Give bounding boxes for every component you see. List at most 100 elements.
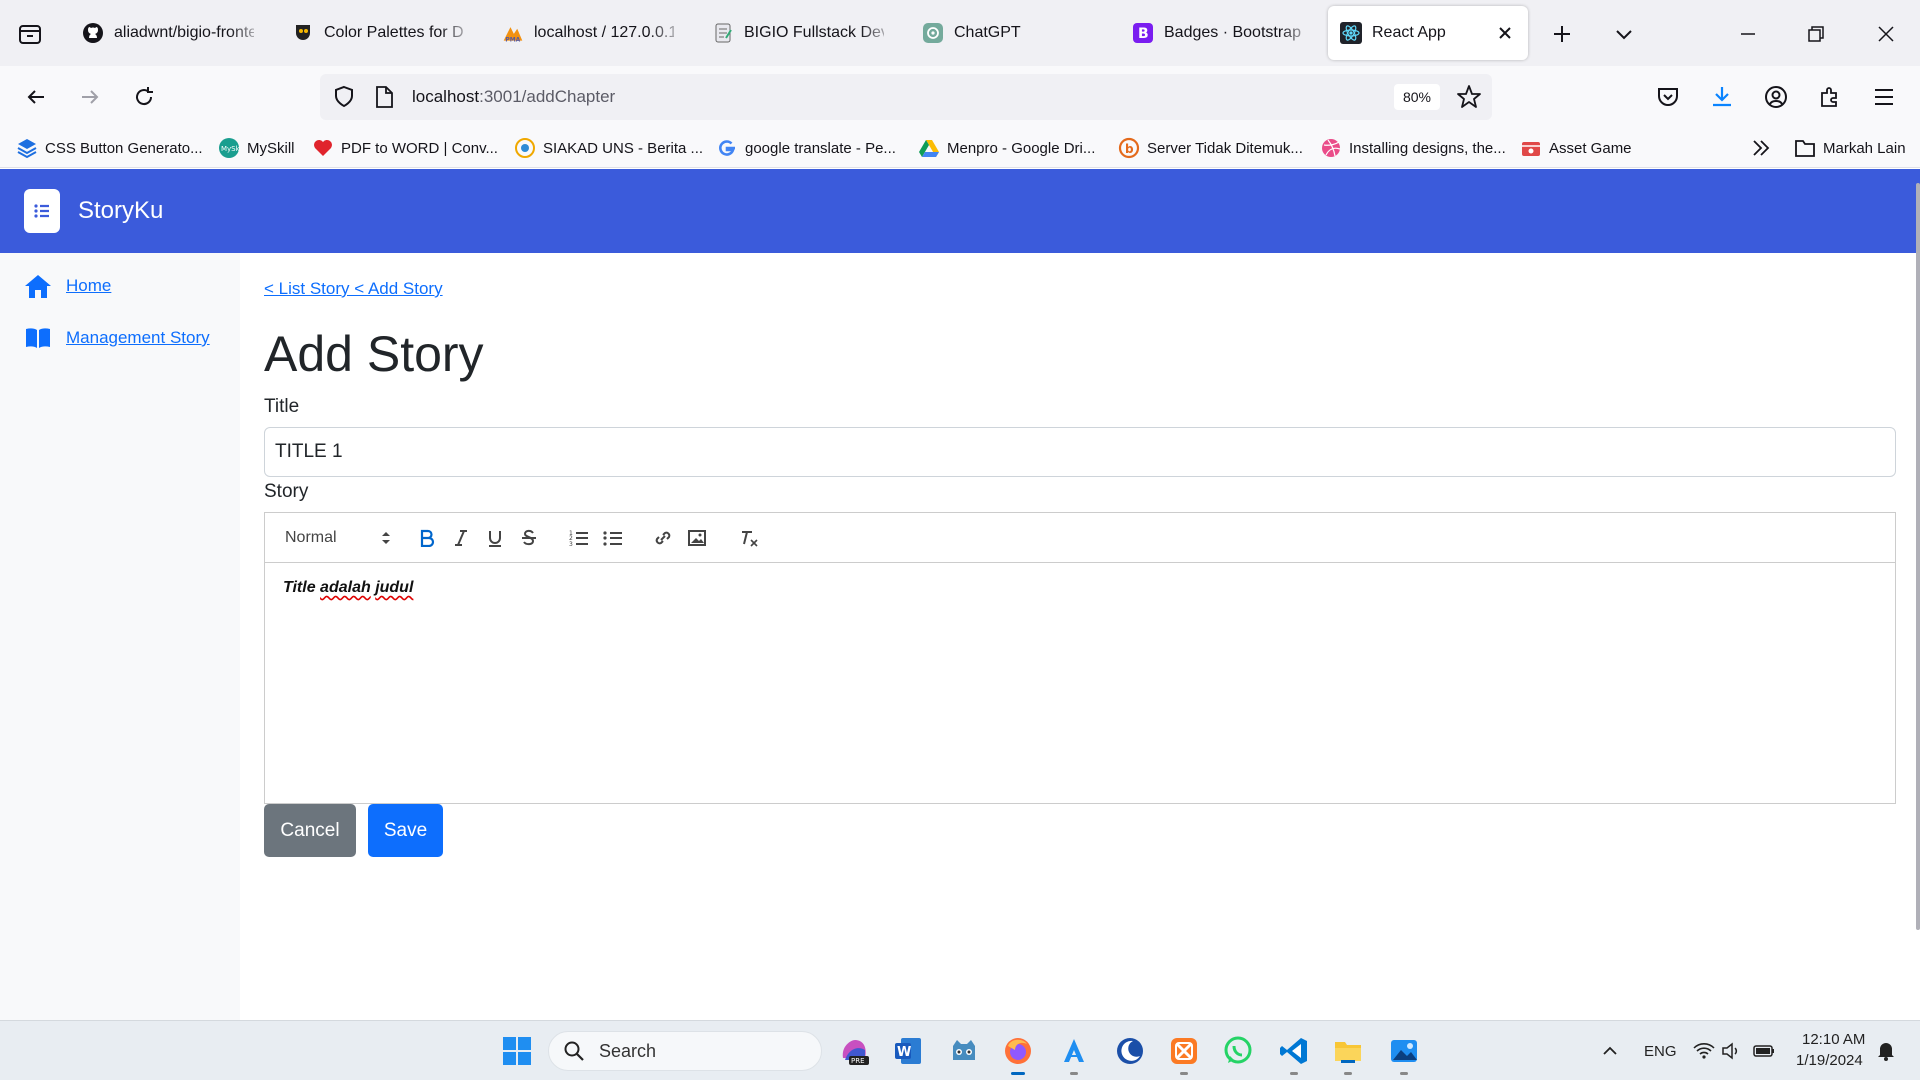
chatgpt-icon bbox=[922, 22, 944, 44]
bullet-list-icon bbox=[603, 531, 622, 546]
sidebar-item-management-story[interactable]: Management Story bbox=[24, 326, 210, 350]
phpmyadmin-icon: PMA bbox=[502, 22, 524, 44]
bookmark-item[interactable]: Menpro - Google Dri... bbox=[918, 135, 1095, 161]
heading-select-value: Normal bbox=[285, 529, 337, 546]
bookmarks-overflow-button[interactable] bbox=[1750, 135, 1772, 161]
sidebar-item-label[interactable]: Home bbox=[66, 276, 111, 296]
tab-bootstrap-badges[interactable]: B Badges · Bootstrap v5 bbox=[1120, 6, 1316, 60]
heading-select[interactable]: Normal bbox=[285, 525, 391, 551]
language-indicator[interactable]: ENG bbox=[1644, 1043, 1677, 1060]
notifications-button[interactable] bbox=[1870, 1035, 1902, 1067]
save-button[interactable]: Save bbox=[368, 804, 443, 857]
restore-icon bbox=[1808, 26, 1824, 42]
battery-status[interactable] bbox=[1748, 1035, 1780, 1067]
ordered-list-button[interactable]: 123 bbox=[567, 525, 591, 551]
sidebar-item-label[interactable]: Management Story bbox=[66, 328, 210, 348]
bullet-list-button[interactable] bbox=[601, 525, 625, 551]
zoom-level-badge[interactable]: 80% bbox=[1393, 84, 1440, 110]
bookmark-item[interactable]: google translate - Pe... bbox=[716, 135, 896, 161]
windows-taskbar: Search PRE W ENG 12:10 AM 1/19/2024 bbox=[0, 1020, 1920, 1080]
volume-status[interactable] bbox=[1716, 1035, 1748, 1067]
shield-icon[interactable] bbox=[332, 85, 356, 114]
ordered-list-icon: 123 bbox=[569, 530, 588, 547]
restore-button[interactable] bbox=[1796, 14, 1836, 54]
bookmark-item[interactable]: SIAKAD UNS - Berita ... bbox=[514, 135, 703, 161]
address-bar[interactable]: localhost:3001/addChapter 80% bbox=[320, 74, 1492, 120]
reload-button[interactable] bbox=[124, 77, 164, 117]
start-button[interactable] bbox=[501, 1035, 533, 1067]
whatsapp-app[interactable] bbox=[1222, 1035, 1254, 1067]
taskbar-search[interactable]: Search bbox=[548, 1031, 822, 1071]
pocket-button[interactable] bbox=[1648, 77, 1688, 117]
close-window-button[interactable] bbox=[1866, 14, 1906, 54]
image-button[interactable] bbox=[685, 525, 709, 551]
clock-date[interactable]: 1/19/2024 bbox=[1796, 1052, 1863, 1069]
wifi-icon bbox=[1693, 1043, 1715, 1059]
bookmark-item[interactable]: Asset Game bbox=[1520, 135, 1632, 161]
clear-format-button[interactable] bbox=[737, 525, 761, 551]
back-button[interactable] bbox=[16, 77, 56, 117]
tab-overview-button[interactable] bbox=[10, 14, 50, 54]
github-icon bbox=[82, 22, 104, 44]
sidebar-item-home[interactable]: Home bbox=[24, 273, 111, 299]
aseprite-app[interactable] bbox=[1058, 1035, 1090, 1075]
tab-react-app[interactable]: React App bbox=[1328, 6, 1528, 60]
list-all-tabs-button[interactable] bbox=[1604, 14, 1644, 54]
tab-bigio-doc[interactable]: BIGIO Fullstack Dev - bbox=[700, 6, 896, 60]
svg-text:W: W bbox=[897, 1045, 911, 1060]
pocket-icon bbox=[1658, 88, 1678, 106]
bold-button[interactable] bbox=[415, 525, 439, 551]
night-app[interactable] bbox=[1114, 1035, 1146, 1067]
photos-icon bbox=[1391, 1040, 1417, 1062]
account-icon bbox=[1765, 86, 1787, 108]
bookmark-label: PDF to WORD | Conv... bbox=[341, 139, 498, 157]
copilot-app[interactable]: PRE bbox=[838, 1035, 870, 1067]
bookmark-item[interactable]: Installing designs, the... bbox=[1320, 135, 1506, 161]
tab-color-palettes[interactable]: Color Palettes for Des bbox=[280, 6, 476, 60]
close-tab-icon[interactable] bbox=[1494, 22, 1516, 44]
word-app[interactable]: W bbox=[892, 1035, 924, 1067]
tab-chatgpt[interactable]: ChatGPT bbox=[910, 6, 1106, 60]
show-hidden-icons-button[interactable] bbox=[1594, 1035, 1626, 1067]
chevron-up-icon bbox=[1603, 1046, 1617, 1055]
tab-title: ChatGPT bbox=[954, 24, 1021, 41]
godot-app[interactable] bbox=[948, 1035, 980, 1067]
bookmark-item[interactable]: PDF to WORD | Conv... bbox=[312, 135, 498, 161]
bold-icon bbox=[420, 529, 435, 547]
bookmark-star-icon[interactable] bbox=[1456, 84, 1482, 115]
italic-button[interactable] bbox=[449, 525, 473, 551]
vscode-app[interactable] bbox=[1278, 1035, 1310, 1075]
photos-app[interactable] bbox=[1388, 1035, 1420, 1075]
clock-time[interactable]: 12:10 AM bbox=[1802, 1031, 1865, 1048]
forward-button[interactable] bbox=[70, 77, 110, 117]
sidebar: Home Management Story bbox=[0, 253, 240, 1020]
tab-phpmyadmin[interactable]: PMA localhost / 127.0.0.1 / bbox=[490, 6, 686, 60]
menu-button[interactable] bbox=[1864, 77, 1904, 117]
xampp-app[interactable] bbox=[1168, 1035, 1200, 1075]
other-bookmarks-folder[interactable]: Markah Lain bbox=[1794, 135, 1906, 161]
tab-github[interactable]: aliadwnt/bigio-fronte bbox=[70, 6, 266, 60]
translator-icon bbox=[1064, 1039, 1084, 1062]
close-icon bbox=[1878, 26, 1894, 42]
bookmark-item[interactable]: b Server Tidak Ditemuk... bbox=[1118, 135, 1303, 161]
account-button[interactable] bbox=[1756, 77, 1796, 117]
firefox-app[interactable] bbox=[1002, 1035, 1034, 1075]
extensions-button[interactable] bbox=[1810, 77, 1850, 117]
bookmark-item[interactable]: CSS Button Generato... bbox=[16, 135, 203, 161]
downloads-button[interactable] bbox=[1702, 77, 1742, 117]
page-info-icon[interactable] bbox=[374, 86, 394, 113]
link-button[interactable] bbox=[651, 525, 675, 551]
minimize-button[interactable] bbox=[1728, 14, 1768, 54]
page-scrollbar[interactable] bbox=[1916, 183, 1920, 930]
title-input[interactable] bbox=[264, 427, 1896, 477]
editor-content[interactable]: Title adalah judul bbox=[265, 563, 1895, 613]
breadcrumb[interactable]: < List Story < Add Story bbox=[264, 279, 443, 299]
bookmark-item[interactable]: MySk MySkill bbox=[218, 135, 295, 161]
tab-overview-icon bbox=[19, 25, 41, 44]
siakad-icon bbox=[514, 137, 536, 159]
cancel-button[interactable]: Cancel bbox=[264, 804, 356, 857]
underline-button[interactable] bbox=[483, 525, 507, 551]
file-explorer-app[interactable] bbox=[1332, 1035, 1364, 1075]
strikethrough-button[interactable] bbox=[517, 525, 541, 551]
new-tab-button[interactable] bbox=[1542, 14, 1582, 54]
